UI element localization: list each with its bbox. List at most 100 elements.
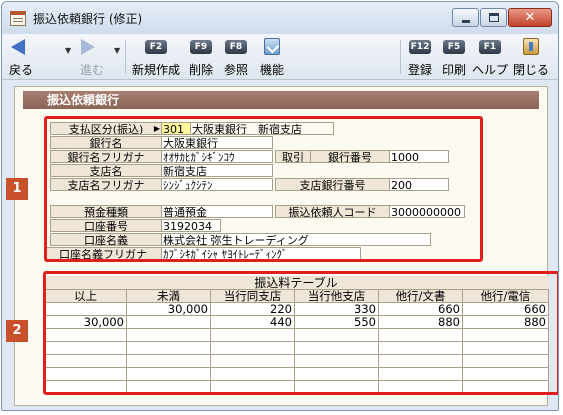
maximize-button[interactable] [480, 8, 507, 27]
fee-table-cell[interactable]: 880 [463, 316, 549, 329]
branch-kana-field[interactable]: ｼﾝｼﾞｭｸｼﾃﾝ [161, 178, 273, 191]
fee-table-cell[interactable] [379, 355, 463, 368]
fee-table-cell[interactable] [127, 381, 211, 394]
exit-door-icon [523, 38, 539, 55]
fee-table-cell[interactable] [295, 381, 379, 394]
bank-name-label: 銀行名 [50, 136, 162, 149]
fee-table-cell[interactable] [45, 303, 127, 316]
f8-key-icon: F8 [225, 40, 247, 54]
close-window-button[interactable]: ✕ [508, 8, 552, 27]
f9-key-icon: F9 [190, 40, 212, 54]
function-icon [264, 38, 280, 55]
fee-table-cell[interactable] [45, 342, 127, 355]
fee-table-cell[interactable] [295, 355, 379, 368]
register-button[interactable]: F12 登録 [404, 36, 436, 78]
new-label: 新規作成 [131, 63, 180, 77]
fee-table-cell[interactable] [211, 355, 295, 368]
forward-dropdown-icon[interactable]: ▼ [114, 46, 120, 55]
fee-table-cell[interactable] [295, 342, 379, 355]
title-bar: 振込依頼銀行 (修正) ✕ [2, 2, 558, 34]
close-icon: ✕ [524, 10, 536, 25]
fee-table-cell[interactable] [295, 329, 379, 342]
back-label: 戻る [8, 63, 33, 77]
fee-table-cell[interactable]: 440 [211, 316, 295, 329]
payment-type-label: 支払区分(振込) [50, 122, 162, 135]
requester-code-label: 振込依頼人コード [275, 205, 390, 218]
fee-table-cell[interactable] [463, 368, 549, 381]
fee-table-cell[interactable] [463, 342, 549, 355]
fee-table-cell[interactable] [295, 368, 379, 381]
fee-table-cell[interactable] [379, 329, 463, 342]
account-holder-field[interactable]: 株式会社 弥生トレーディング [161, 233, 431, 246]
fee-table-cell[interactable] [127, 342, 211, 355]
fee-table-cell[interactable]: 660 [379, 303, 463, 316]
payment-type-code-field[interactable]: 301 [161, 122, 191, 135]
fee-table-cell[interactable] [211, 342, 295, 355]
fee-table-cell[interactable]: 30,000 [45, 316, 127, 329]
bank-name-field[interactable]: 大阪東銀行 [161, 136, 273, 149]
close-button[interactable]: 閉じる [511, 36, 551, 78]
print-button[interactable]: F5 印刷 [438, 36, 470, 78]
fee-table-cell[interactable] [211, 381, 295, 394]
forward-button[interactable]: 進む [75, 36, 109, 78]
fee-table-cell[interactable] [45, 381, 127, 394]
minimize-button[interactable] [452, 8, 479, 27]
fee-table-cell[interactable] [127, 368, 211, 381]
branch-name-label: 支店名 [50, 164, 162, 177]
window-controls: ✕ [451, 8, 552, 27]
branch-number-label: 支店銀行番号 [275, 178, 390, 191]
fee-table-cell[interactable] [463, 355, 549, 368]
fee-table-cell[interactable] [211, 368, 295, 381]
fee-table-cell[interactable] [127, 316, 211, 329]
toolbar-separator [125, 40, 126, 74]
fee-table-title: 振込料テーブル [43, 276, 549, 290]
close-label: 閉じる [512, 63, 549, 77]
help-button[interactable]: F1 ヘルプ [471, 36, 509, 78]
new-button[interactable]: F2 新規作成 [130, 36, 182, 78]
bank-number-field[interactable]: 1000 [389, 150, 449, 163]
fee-table-cell[interactable]: 880 [379, 316, 463, 329]
account-holder-kana-field[interactable]: ｶﾌﾞｼｷｶﾞｲｼｬ ﾔﾖｲﾄﾚｰﾃﾞｨﾝｸﾞ [161, 247, 361, 260]
fee-table-cell[interactable] [463, 381, 549, 394]
fee-table-cell[interactable] [379, 381, 463, 394]
fee-table-cell[interactable] [45, 368, 127, 381]
function-button[interactable]: 機能 [256, 36, 288, 78]
bank-kana-field[interactable]: ｵｵｻｶﾋｶﾞｼｷﾞﾝｺｳ [161, 150, 273, 163]
back-dropdown-icon[interactable]: ▼ [65, 46, 71, 55]
branch-number-field[interactable]: 200 [389, 178, 449, 191]
fee-table-cell[interactable] [127, 329, 211, 342]
delete-button[interactable]: F9 削除 [185, 36, 217, 78]
fee-table-cell[interactable] [211, 329, 295, 342]
fee-table-cell[interactable] [463, 329, 549, 342]
payment-type-value: 大阪東銀行 新宿支店 [190, 122, 334, 135]
requester-code-field[interactable]: 3000000000 [389, 205, 465, 218]
fee-table-cell[interactable]: 330 [295, 303, 379, 316]
delete-label: 削除 [188, 63, 213, 77]
fee-table-cell[interactable] [45, 355, 127, 368]
back-arrow-icon [11, 39, 25, 55]
f12-key-icon: F12 [409, 40, 431, 54]
account-number-label: 口座番号 [50, 219, 162, 232]
fee-table-cell[interactable]: 550 [295, 316, 379, 329]
fee-table-cell[interactable] [379, 368, 463, 381]
bank-number-label: 銀行番号 [310, 150, 390, 163]
deposit-type-label: 預金種類 [50, 205, 162, 218]
back-button[interactable]: 戻る [6, 36, 36, 78]
fee-table-cell[interactable] [45, 329, 127, 342]
toolbar-separator [400, 40, 401, 74]
callout-badge-1: 1 [6, 178, 28, 200]
form-panel: 振込依頼銀行 支払区分(振込) ▶ 301 大阪東銀行 新宿支店 銀行名 大阪東… [14, 86, 558, 406]
deposit-type-field[interactable]: 普通預金 [161, 205, 273, 218]
fee-table-cell[interactable]: 30,000 [127, 303, 211, 316]
toolbar: 戻る ▼ 進む ▼ F2 新規作成 F9 削除 F8 参照 機能 F12 登録 [2, 34, 558, 80]
fee-table-cell[interactable] [127, 355, 211, 368]
f1-key-icon: F1 [479, 40, 501, 54]
fee-table-cell[interactable] [379, 342, 463, 355]
help-label: ヘルプ [471, 63, 508, 77]
branch-name-field[interactable]: 新宿支店 [161, 164, 273, 177]
fee-table-cell[interactable]: 220 [211, 303, 295, 316]
fee-table-cell[interactable]: 660 [463, 303, 549, 316]
reference-button[interactable]: F8 参照 [220, 36, 252, 78]
reference-label: 参照 [223, 63, 248, 77]
account-number-field[interactable]: 3192034 [161, 219, 221, 232]
